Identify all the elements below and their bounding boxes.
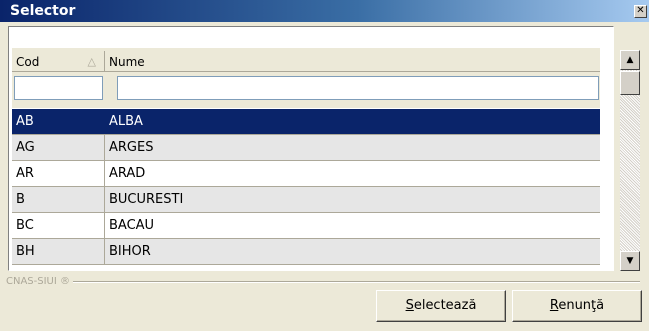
cell-cod: BH: [12, 239, 105, 264]
table-row[interactable]: AG ARGES: [12, 135, 600, 161]
cell-nume: ARGES: [109, 140, 154, 155]
grid-rows: AB ALBA AG ARGES AR ARAD B BUCURESTI BC …: [12, 109, 600, 265]
cell-cod: AG: [12, 135, 105, 160]
title-bar: Selector ✕: [0, 0, 649, 22]
table-row[interactable]: AB ALBA: [12, 109, 600, 135]
cell-cod: B: [12, 187, 105, 212]
table-row[interactable]: BH BIHOR: [12, 239, 600, 265]
footer-divider: [70, 281, 640, 283]
table-row[interactable]: AR ARAD: [12, 161, 600, 187]
window-title: Selector: [10, 3, 76, 19]
grid-header: Cod △ Nume: [12, 51, 600, 72]
close-icon[interactable]: ✕: [634, 5, 647, 18]
column-header-cod-label: Cod: [16, 55, 40, 69]
select-button[interactable]: Selectează: [376, 290, 506, 322]
cell-cod: AR: [12, 161, 105, 186]
cell-nume: ARAD: [109, 166, 146, 181]
cell-nume: BIHOR: [109, 244, 151, 259]
cod-filter-input[interactable]: [14, 76, 103, 100]
brand-label: CNAS-SIUI ®: [6, 276, 74, 287]
scroll-up-icon[interactable]: ▲: [620, 50, 640, 70]
cell-cod: BC: [12, 213, 105, 238]
scroll-thumb[interactable]: [620, 71, 640, 95]
cancel-button-label: enunţă: [558, 298, 605, 313]
column-header-nume-label: Nume: [109, 55, 145, 69]
cancel-button[interactable]: Renunţă: [512, 290, 642, 322]
select-button-label: electează: [413, 298, 477, 313]
nume-filter-input[interactable]: [117, 76, 599, 100]
cell-cod: AB: [12, 109, 105, 134]
column-header-nume[interactable]: Nume: [105, 51, 600, 72]
cell-nume: BACAU: [109, 218, 155, 233]
table-row[interactable]: BC BACAU: [12, 213, 600, 239]
select-button-accel: S: [405, 298, 414, 313]
scroll-down-icon[interactable]: ▼: [620, 251, 640, 271]
cell-nume: BUCURESTI: [109, 192, 184, 207]
table-row[interactable]: B BUCURESTI: [12, 187, 600, 213]
column-header-cod[interactable]: Cod △: [12, 51, 105, 72]
sort-ascending-icon: △: [87, 55, 96, 68]
cell-nume: ALBA: [109, 114, 143, 129]
vertical-scrollbar[interactable]: ▲ ▼: [620, 50, 640, 271]
